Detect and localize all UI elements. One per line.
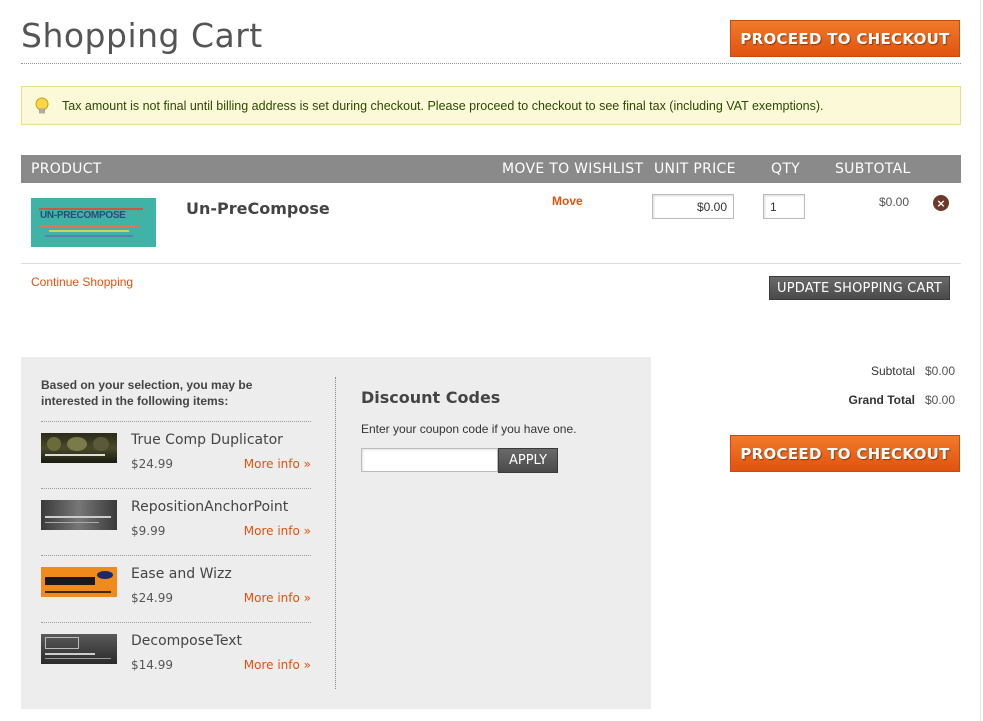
page-edge (980, 0, 981, 721)
suggestion-price: $24.99 (131, 457, 173, 471)
row-divider (21, 263, 961, 264)
header-subtotal: SUBTOTAL (835, 161, 911, 177)
coupon-code-input[interactable] (361, 448, 498, 472)
row-subtotal: $0.00 (879, 195, 910, 209)
remove-item-icon[interactable]: × (933, 195, 949, 211)
suggestion-price: $24.99 (131, 591, 173, 605)
cart-table-header: PRODUCT MOVE TO WISHLIST UNIT PRICE QTY … (21, 155, 961, 183)
title-divider (21, 63, 961, 64)
suggestion-name[interactable]: True Comp Duplicator (131, 432, 283, 448)
lightbulb-icon (34, 97, 50, 115)
suggestion-divider (41, 622, 311, 623)
suggestion-thumbnail[interactable] (41, 634, 117, 664)
more-info-link[interactable]: More info » (244, 457, 311, 471)
move-to-wishlist-link[interactable]: Move (552, 194, 583, 208)
suggestion-thumbnail[interactable] (41, 567, 117, 597)
discount-codes-description: Enter your coupon code if you have one. (361, 422, 577, 436)
unit-price-field[interactable] (652, 194, 734, 219)
tax-notice: Tax amount is not final until billing ad… (21, 86, 961, 125)
more-info-link[interactable]: More info » (244, 524, 311, 538)
proceed-to-checkout-button-top[interactable]: PROCEED TO CHECKOUT (730, 20, 960, 57)
header-move-to-wishlist: MOVE TO WISHLIST (502, 161, 644, 177)
suggestion-item: True Comp Duplicator $24.99 More info » (41, 421, 311, 488)
grand-total-label: Grand Total (848, 393, 915, 407)
continue-shopping-link[interactable]: Continue Shopping (31, 275, 133, 289)
suggestion-name[interactable]: DecomposeText (131, 633, 242, 649)
more-info-link[interactable]: More info » (244, 591, 311, 605)
suggestion-price: $14.99 (131, 658, 173, 672)
page-title: Shopping Cart (21, 16, 263, 55)
product-thumbnail-text: UN-PRECOMPOSE (40, 210, 126, 221)
suggestion-price: $9.99 (131, 524, 166, 538)
header-qty: QTY (771, 161, 801, 177)
header-product: PRODUCT (31, 161, 102, 177)
qty-input[interactable] (763, 194, 805, 219)
suggestion-thumbnail[interactable] (41, 433, 117, 463)
more-info-link[interactable]: More info » (244, 658, 311, 672)
suggestion-name[interactable]: RepositionAnchorPoint (131, 499, 288, 515)
suggestion-thumbnail[interactable] (41, 500, 117, 530)
subtotal-value: $0.00 (925, 364, 956, 378)
apply-coupon-button[interactable]: APPLY (498, 448, 558, 473)
suggestion-divider (41, 421, 311, 422)
subtotal-label: Subtotal (870, 364, 915, 378)
suggestion-divider (41, 555, 311, 556)
suggestion-item: Ease and Wizz $24.99 More info » (41, 555, 311, 622)
proceed-to-checkout-button-bottom[interactable]: PROCEED TO CHECKOUT (730, 435, 960, 472)
tax-notice-text: Tax amount is not final until billing ad… (62, 98, 824, 113)
grand-total-value: $0.00 (925, 393, 956, 407)
product-thumbnail[interactable]: UN-PRECOMPOSE (31, 198, 156, 247)
product-name[interactable]: Un-PreCompose (186, 199, 330, 218)
suggestion-item: RepositionAnchorPoint $9.99 More info » (41, 488, 311, 555)
suggestion-divider (41, 488, 311, 489)
suggestion-name[interactable]: Ease and Wizz (131, 566, 232, 582)
update-shopping-cart-button[interactable]: UPDATE SHOPPING CART (769, 276, 950, 300)
panel-divider (335, 377, 336, 689)
discount-codes-title: Discount Codes (361, 388, 501, 407)
header-unit-price: UNIT PRICE (654, 161, 736, 177)
suggestion-item: DecomposeText $14.99 More info » (41, 622, 311, 689)
suggestions-title: Based on your selection, you may be inte… (41, 378, 253, 408)
